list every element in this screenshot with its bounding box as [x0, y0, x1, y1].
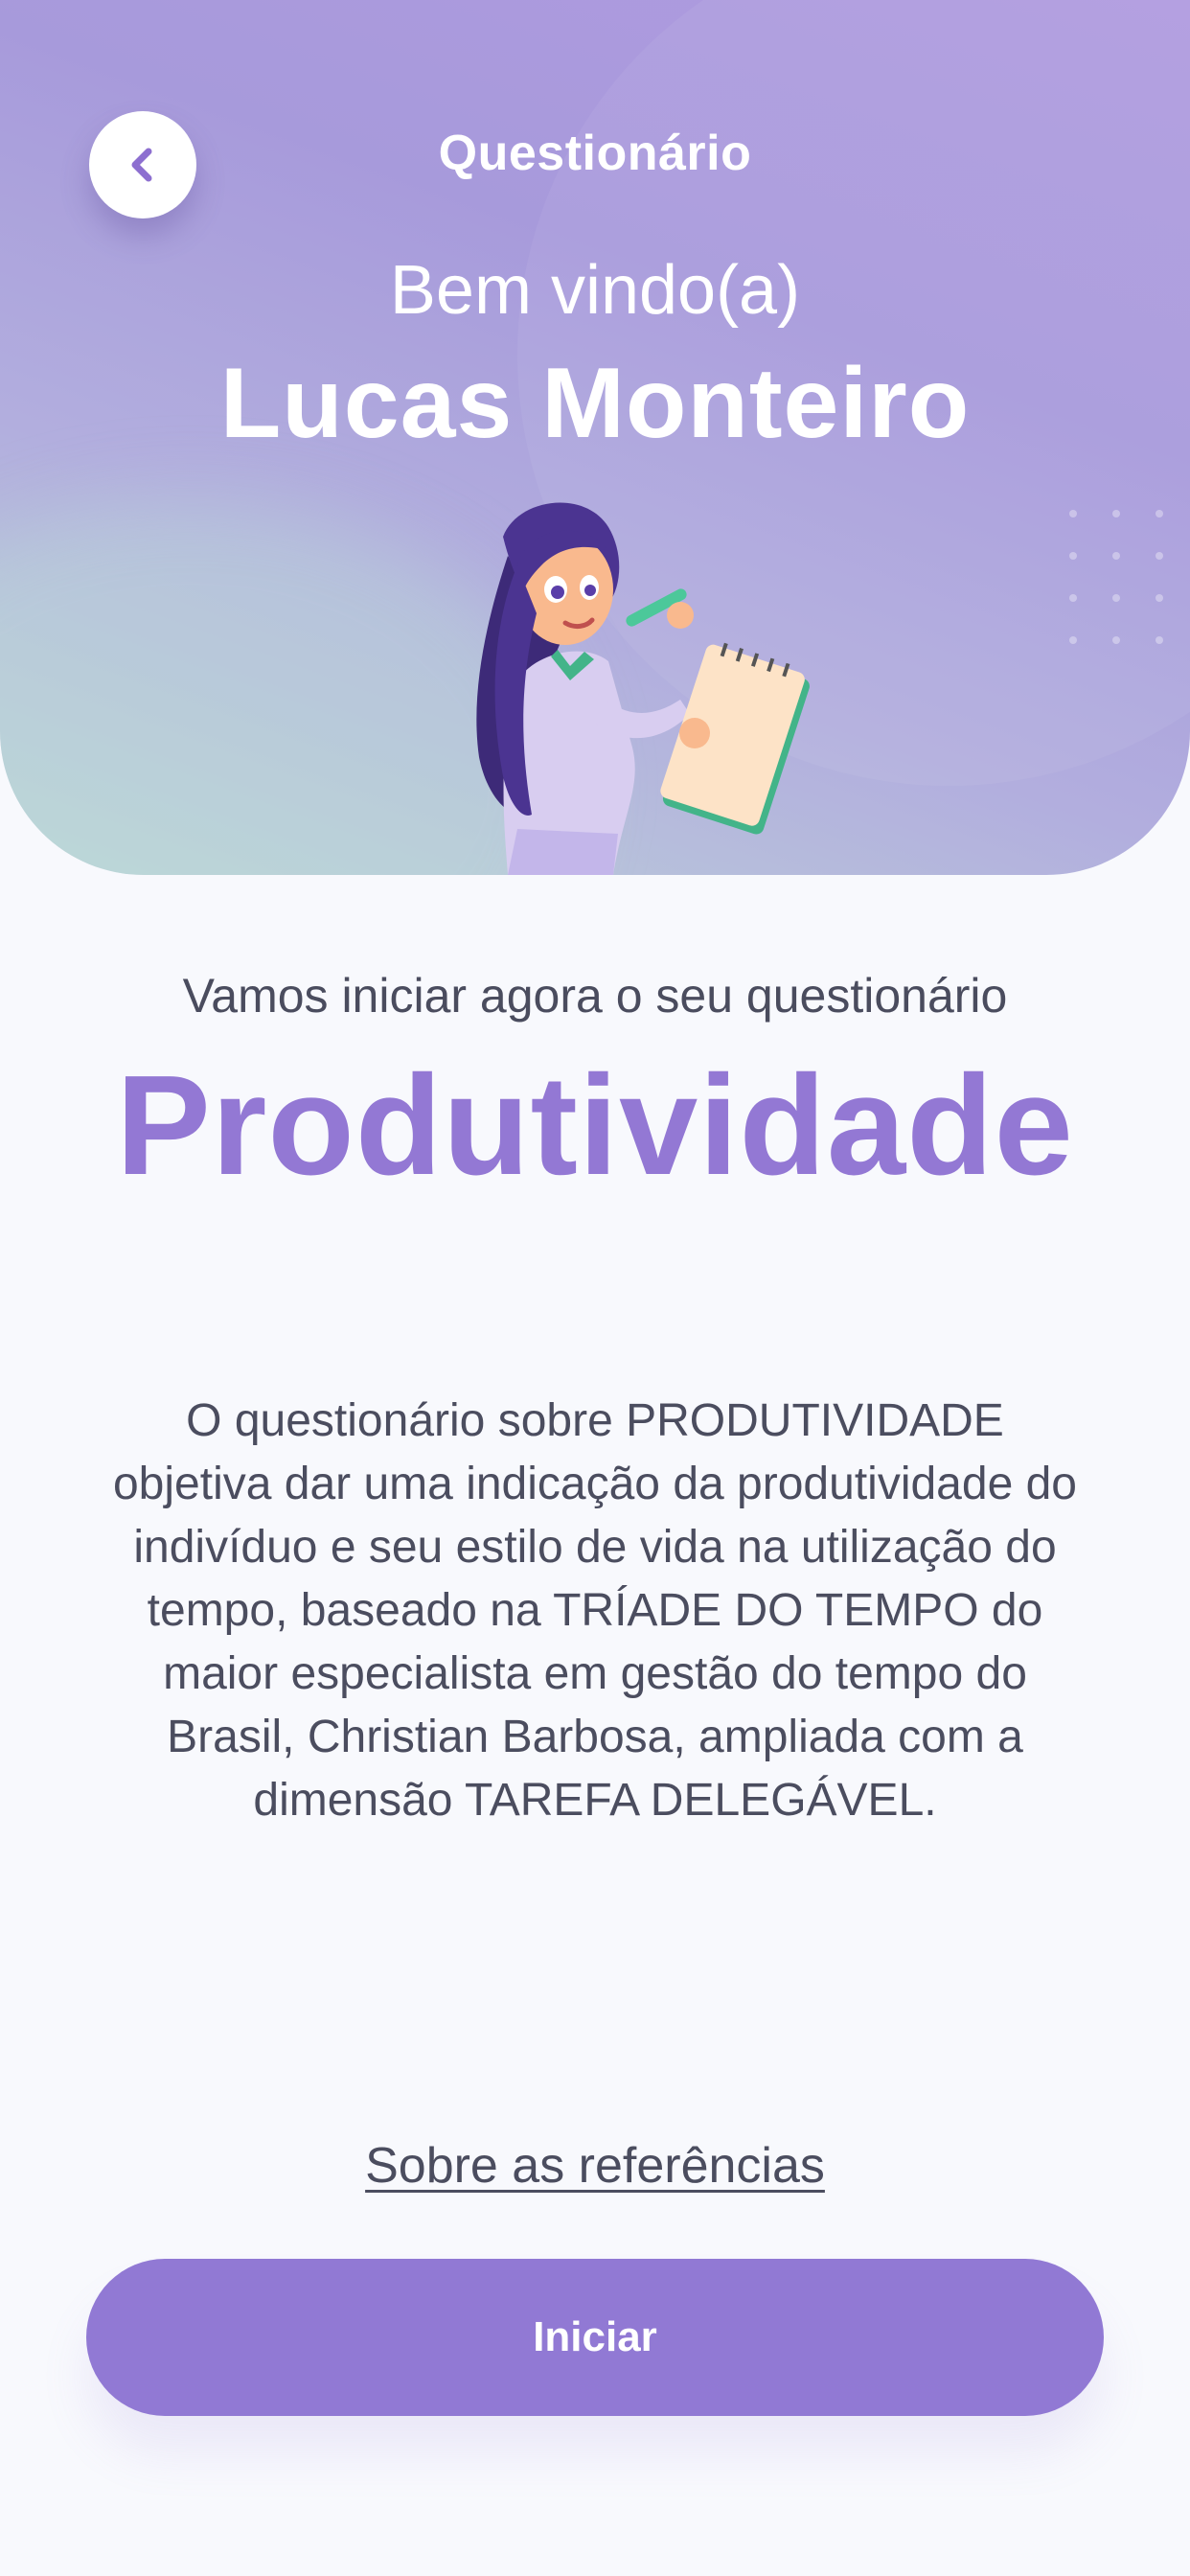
start-button[interactable]: Iniciar [86, 2259, 1104, 2416]
user-name: Lucas Monteiro [219, 348, 971, 459]
hero-header: Questionário Bem vindo(a) Lucas Monteiro [0, 0, 1190, 875]
page-title: Questionário [438, 126, 752, 181]
references-link[interactable]: Sobre as referências [0, 2137, 1190, 2195]
questionnaire-description: O questionário sobre PRODUTIVIDADE objet… [112, 1395, 1077, 1826]
dot-pattern [1069, 510, 1163, 644]
start-button-label: Iniciar [533, 2313, 657, 2360]
woman-with-notepad-illustration [476, 502, 810, 875]
welcome-text: Bem vindo(a) [389, 252, 801, 329]
questionnaire-topic: Produtividade [116, 1046, 1074, 1205]
intro-text: Vamos iniciar agora o seu questionário [182, 969, 1008, 1023]
screen: Questionário Bem vindo(a) Lucas Monteiro… [0, 0, 1190, 2576]
